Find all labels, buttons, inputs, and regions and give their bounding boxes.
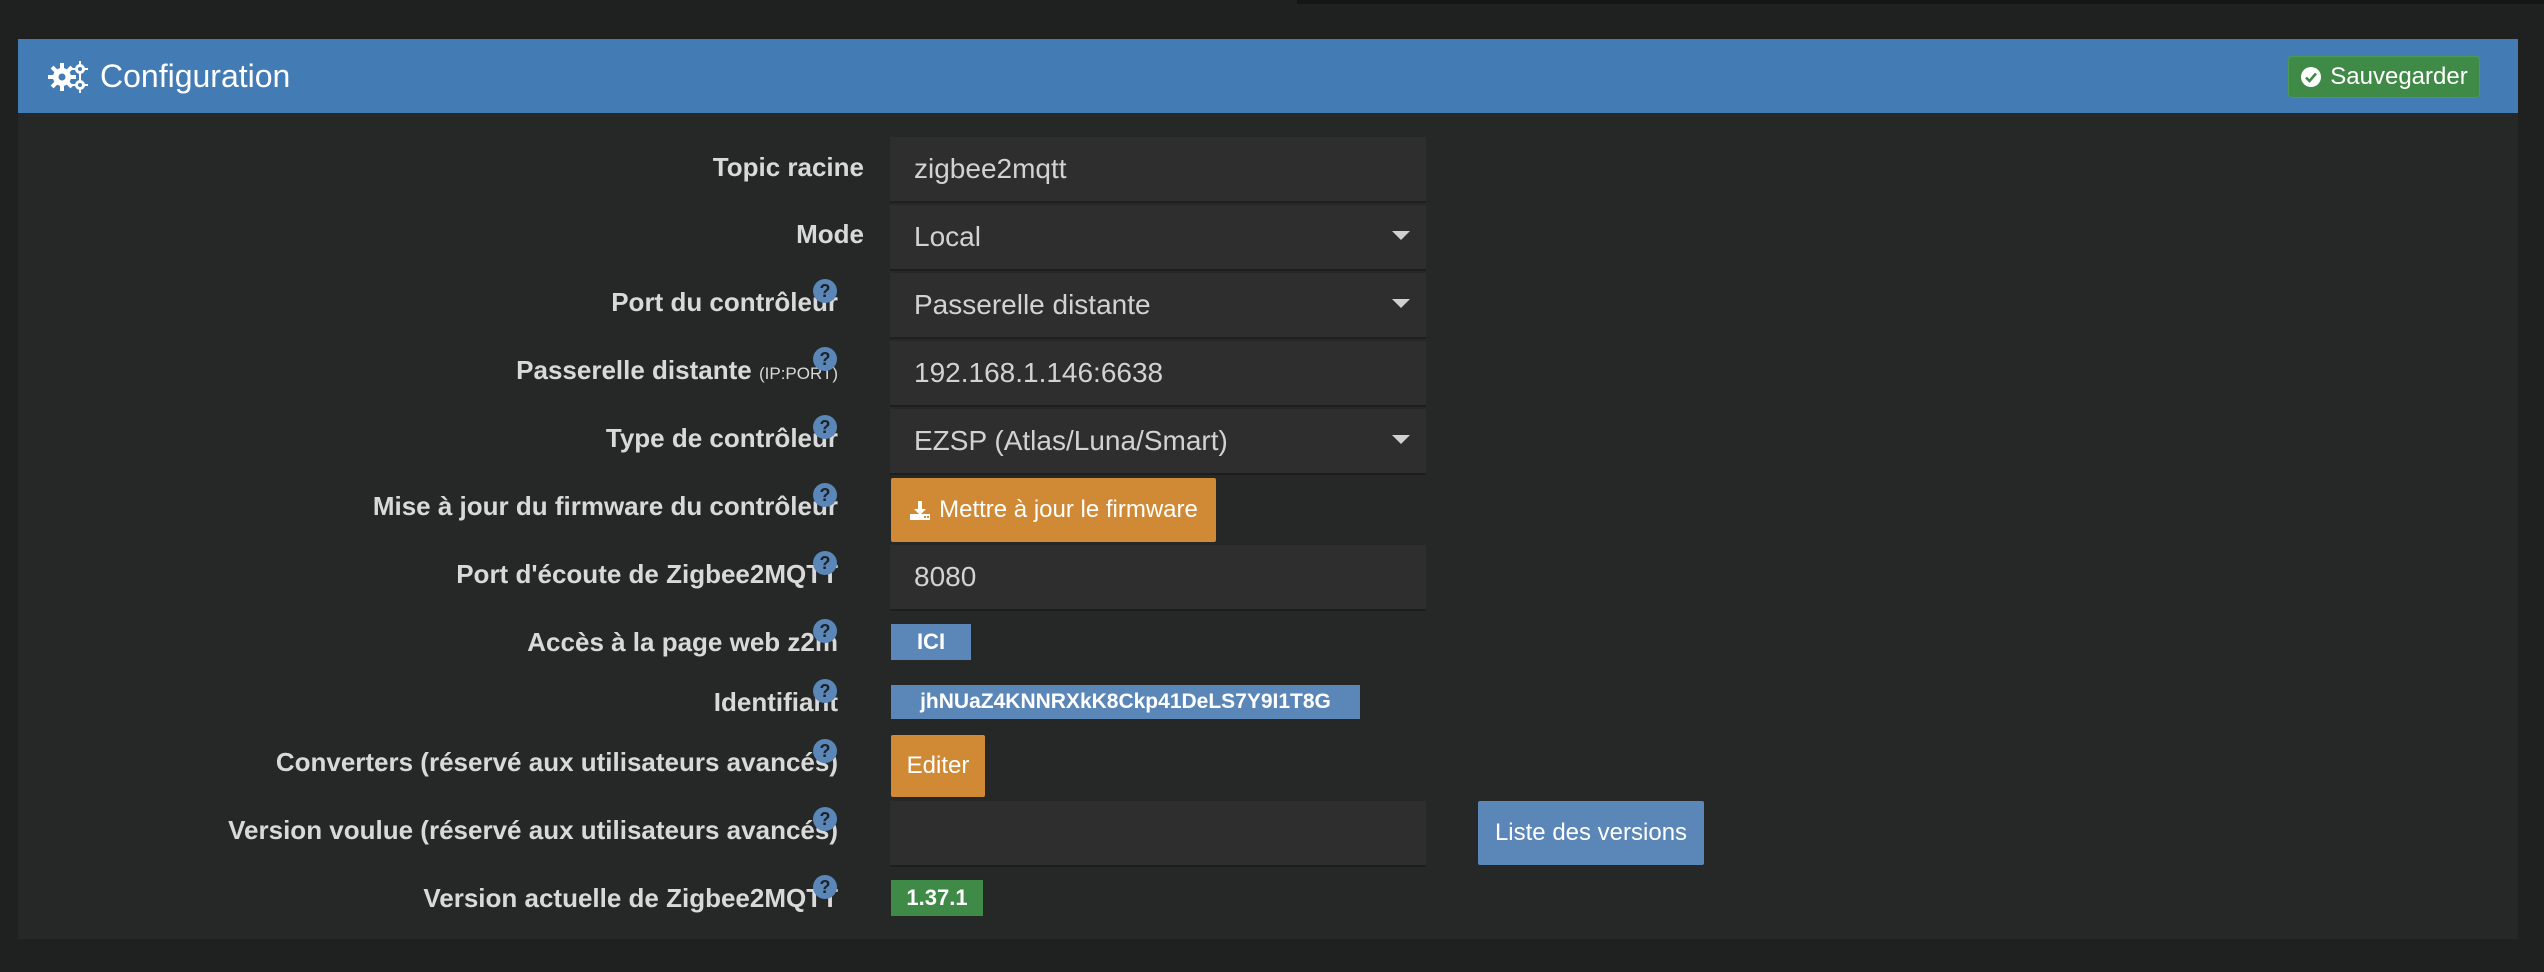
remote-gateway-label-text: Passerelle distante (516, 355, 752, 385)
help-icon[interactable]: ? (813, 619, 837, 643)
help-icon[interactable]: ? (813, 551, 837, 575)
panel-header: Configuration Sauvegarder (18, 39, 2518, 113)
wanted-version-input[interactable] (890, 801, 1426, 867)
topic-label: Topic racine (712, 152, 864, 182)
panel-title-text: Configuration (100, 57, 291, 94)
remote-gateway-label: Passerelle distante (IP:PORT) (516, 355, 838, 386)
topic-input[interactable]: zigbee2mqtt (890, 137, 1426, 203)
mode-label: Mode (796, 219, 864, 249)
panel-title: Configuration (48, 39, 290, 113)
identifier-value: jhNUaZ4KNNRXkK8Ckp41DeLS7Y9I1T8G (891, 685, 1360, 719)
help-icon[interactable]: ? (813, 739, 837, 763)
version-list-button[interactable]: Liste des versions (1478, 801, 1704, 865)
save-button[interactable]: Sauvegarder (2288, 56, 2480, 98)
listen-port-label: Port d'écoute de Zigbee2MQTT (456, 559, 838, 589)
listen-port-input[interactable]: 8080 (890, 545, 1426, 611)
web-access-link[interactable]: ICI (891, 624, 971, 660)
firmware-label: Mise à jour du firmware du contrôleur (372, 491, 838, 521)
mode-select[interactable]: Local (890, 205, 1426, 271)
mode-select-value: Local (914, 221, 981, 252)
help-icon[interactable]: ? (813, 415, 837, 439)
edit-converters-button[interactable]: Editer (891, 735, 985, 797)
update-firmware-button-label: Mettre à jour le firmware (939, 496, 1198, 523)
update-firmware-button[interactable]: Mettre à jour le firmware (891, 478, 1216, 542)
converters-label: Converters (réservé aux utilisateurs ava… (275, 747, 838, 777)
help-icon[interactable]: ? (813, 807, 837, 831)
controller-type-select-value: EZSP (Atlas/Luna/Smart) (914, 425, 1228, 456)
web-access-label: Accès à la page web z2m (527, 627, 838, 657)
current-version-label: Version actuelle de Zigbee2MQTT (423, 883, 838, 913)
port-controller-select[interactable]: Passerelle distante (890, 273, 1426, 339)
check-circle-icon (2301, 67, 2322, 87)
help-icon[interactable]: ? (813, 483, 837, 507)
wanted-version-label: Version voulue (réservé aux utilisateurs… (228, 815, 838, 845)
controller-type-select[interactable]: EZSP (Atlas/Luna/Smart) (890, 409, 1426, 475)
port-controller-label: Port du contrôleur (611, 287, 838, 317)
gears-icon (48, 61, 88, 93)
controller-type-label: Type de contrôleur (605, 423, 838, 453)
remote-gateway-input[interactable]: 192.168.1.146:6638 (890, 341, 1426, 407)
help-icon[interactable]: ? (813, 679, 837, 703)
help-icon[interactable]: ? (813, 279, 837, 303)
chevron-down-icon (1392, 435, 1410, 444)
current-version-badge: 1.37.1 (891, 880, 983, 916)
help-icon[interactable]: ? (813, 347, 837, 371)
port-controller-select-value: Passerelle distante (914, 289, 1151, 320)
help-icon[interactable]: ? (813, 875, 837, 899)
chevron-down-icon (1392, 231, 1410, 240)
chevron-down-icon (1392, 299, 1410, 308)
save-button-label: Sauvegarder (2330, 63, 2468, 90)
download-icon (910, 501, 931, 520)
top-border-line (1297, 0, 2544, 4)
